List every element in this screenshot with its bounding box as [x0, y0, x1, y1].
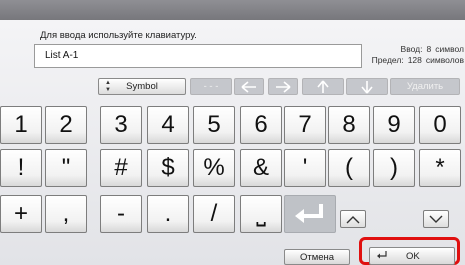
symbol-mode-label: Symbol — [126, 81, 158, 92]
key-6[interactable]: 6 — [240, 106, 282, 144]
cancel-button[interactable]: Отмена — [284, 249, 350, 265]
character-counter: Ввод: 8 символ Предел: 128 символов — [364, 44, 464, 66]
chevron-up-icon — [346, 215, 360, 223]
key-asterisk[interactable]: * — [419, 149, 461, 187]
instruction-text: Для ввода используйте клавиатуру. — [40, 30, 197, 41]
key-space[interactable]: ⎵ — [240, 195, 282, 233]
blank-mode-label: - - - — [203, 81, 219, 92]
up-down-arrows-icon: ▲ ▼ — [105, 80, 111, 93]
key-exclamation[interactable]: ! — [0, 149, 42, 187]
key-1[interactable]: 1 — [0, 106, 42, 144]
delete-label: Удалить — [406, 81, 444, 92]
ok-button[interactable]: OK — [369, 247, 455, 265]
ok-label: OK — [406, 251, 420, 262]
title-bar — [0, 0, 465, 20]
key-0[interactable]: 0 — [419, 106, 461, 144]
entered-count-value: 8 — [426, 44, 432, 54]
entered-count-label: Ввод: — [400, 44, 423, 54]
arrow-up-icon — [317, 79, 329, 93]
key-right-paren[interactable]: ) — [373, 149, 415, 187]
key-slash[interactable]: / — [193, 195, 235, 233]
key-ampersand[interactable]: & — [240, 149, 282, 187]
key-percent[interactable]: % — [193, 149, 235, 187]
arrow-left-icon — [241, 80, 256, 93]
key-double-quote[interactable]: " — [45, 149, 87, 187]
key-4[interactable]: 4 — [147, 106, 189, 144]
return-icon — [377, 251, 387, 259]
limit-value: 128 — [407, 55, 422, 65]
arrow-right-icon — [276, 80, 291, 93]
cursor-right-button[interactable] — [268, 78, 298, 95]
return-arrow-icon — [295, 204, 323, 223]
cursor-left-button[interactable] — [234, 78, 264, 95]
scroll-up-button[interactable] — [340, 210, 366, 228]
key-period[interactable]: . — [147, 195, 189, 233]
key-3[interactable]: 3 — [100, 106, 142, 144]
text-input-field[interactable]: List A-1 — [34, 44, 362, 68]
symbol-mode-button[interactable]: ▲ ▼ Symbol — [98, 78, 186, 95]
key-8[interactable]: 8 — [328, 106, 370, 144]
key-hash[interactable]: # — [100, 149, 142, 187]
delete-button[interactable]: Удалить — [390, 78, 460, 95]
arrow-down-icon — [361, 80, 373, 94]
key-left-paren[interactable]: ( — [328, 149, 370, 187]
cursor-down-button[interactable] — [346, 78, 388, 95]
scroll-down-button[interactable] — [423, 210, 449, 228]
key-9[interactable]: 9 — [373, 106, 415, 144]
key-plus[interactable]: + — [0, 195, 42, 233]
key-dollar[interactable]: $ — [147, 149, 189, 187]
limit-unit: символов — [425, 55, 464, 65]
enter-key[interactable] — [284, 195, 336, 233]
cursor-up-button[interactable] — [302, 78, 344, 95]
key-5[interactable]: 5 — [193, 106, 235, 144]
chevron-down-icon — [429, 215, 443, 223]
key-comma[interactable]: , — [45, 195, 87, 233]
key-minus[interactable]: - — [100, 195, 142, 233]
cancel-label: Отмена — [299, 251, 335, 263]
limit-label: Предел: — [371, 55, 404, 65]
key-7[interactable]: 7 — [284, 106, 326, 144]
entered-count-unit: символ — [435, 44, 464, 54]
key-apostrophe[interactable]: ' — [284, 149, 326, 187]
blank-mode-button: - - - — [190, 78, 232, 95]
key-2[interactable]: 2 — [45, 106, 87, 144]
